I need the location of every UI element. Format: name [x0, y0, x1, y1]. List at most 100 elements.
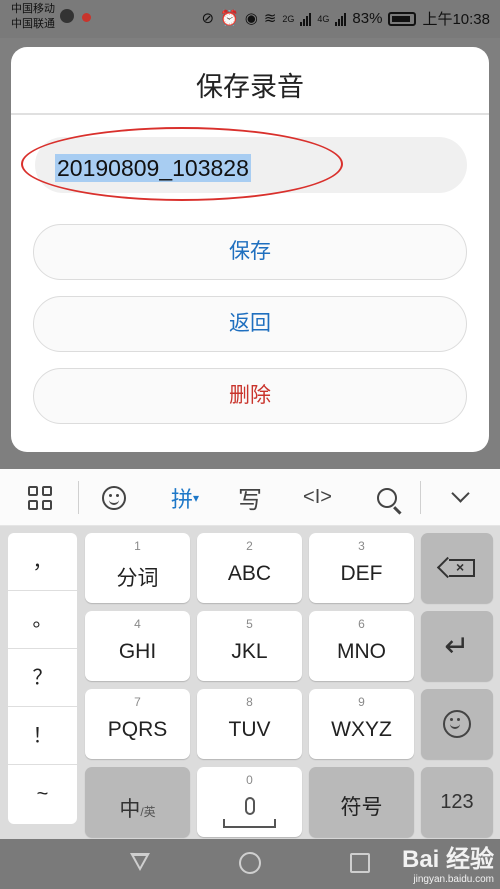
network-type-1: 2G — [282, 13, 295, 24]
save-recording-dialog: 保存录音 20190809_103828 保存 返回 删除 — [11, 47, 489, 452]
cursor-move-button[interactable]: <I> — [295, 469, 340, 526]
signal-icon-1 — [300, 12, 312, 26]
menu-grid-button[interactable] — [20, 469, 60, 526]
hide-keyboard-button[interactable] — [440, 469, 480, 526]
space-key[interactable]: 0 — [197, 767, 302, 837]
punct-period[interactable]: 。 — [8, 591, 77, 649]
enter-icon: ↵ — [444, 629, 470, 663]
en-label: /英 — [140, 805, 156, 819]
toolbar-divider — [78, 481, 79, 514]
handwrite-button[interactable]: 写 — [230, 469, 270, 526]
toolbar-divider — [420, 481, 421, 514]
recents-square-icon[interactable] — [350, 853, 370, 873]
punct-question[interactable]: ？ — [8, 649, 77, 707]
dialog-divider — [11, 113, 489, 115]
status-right: ⊘ ⏰ ◉ ≋ 2G 4G 83% 上午10:38 — [201, 8, 490, 29]
zh-label: 中 — [119, 798, 141, 821]
grid-icon — [28, 485, 52, 510]
pinyin-label: 拼 — [170, 486, 193, 512]
back-button[interactable]: 返回 — [33, 296, 467, 352]
watermark-brand: Bai 经验 — [401, 846, 494, 873]
key-label: PQRS — [107, 718, 168, 741]
watermark-url: jingyan.baidu.com — [413, 874, 494, 885]
key-number: 4 — [134, 617, 141, 631]
key-label: TUV — [228, 718, 271, 741]
punct-tilde[interactable]: ~ — [8, 765, 77, 823]
navigation-bar: Bai 经验 jingyan.baidu.com — [0, 839, 500, 889]
key-1[interactable]: 1 分词 — [85, 533, 190, 603]
key-number: 7 — [134, 695, 141, 709]
space-icon — [223, 819, 276, 828]
delete-button[interactable]: 删除 — [33, 368, 467, 424]
key-7[interactable]: 7 PQRS — [85, 689, 190, 759]
emoji-key[interactable] — [421, 689, 493, 759]
handwrite-label: 写 — [238, 487, 262, 514]
battery-percent: 83% — [352, 10, 383, 27]
key-6[interactable]: 6 MNO — [309, 611, 414, 681]
back-triangle-icon[interactable] — [130, 853, 150, 871]
symbol-key[interactable]: 符号 — [309, 767, 414, 837]
cursor-icon: <I> — [303, 486, 332, 508]
key-label: 分词 — [116, 567, 159, 590]
battery-icon — [388, 11, 417, 26]
key-label: ABC — [227, 562, 272, 585]
key-number: 1 — [134, 539, 141, 553]
status-bar: 中国移动 中国联通 ⊘ ⏰ ◉ ≋ 2G 4G 83% 上午10:38 — [0, 0, 500, 38]
dropdown-arrow-icon: ▾ — [192, 490, 200, 505]
search-button[interactable] — [367, 469, 407, 526]
key-number: 0 — [246, 773, 253, 787]
backspace-key[interactable]: × — [421, 533, 493, 603]
wifi-icon: ≋ — [263, 9, 277, 27]
key-label: MNO — [337, 640, 386, 663]
key-number: 2 — [246, 539, 253, 553]
save-button[interactable]: 保存 — [33, 224, 467, 280]
alarm-icon: ⏰ — [220, 9, 239, 27]
chevron-down-icon — [450, 484, 470, 503]
key-label: WXYZ — [331, 718, 392, 741]
recording-icon — [60, 9, 74, 23]
clock: 上午10:38 — [422, 11, 490, 28]
status-left-icons — [60, 9, 91, 23]
key-number: 5 — [246, 617, 253, 631]
key-number: 6 — [358, 617, 365, 631]
mute-icon: ⊘ — [201, 9, 215, 27]
key-9[interactable]: 9 WXYZ — [309, 689, 414, 759]
signal-icon-2 — [335, 12, 347, 26]
carrier-1: 中国移动 — [11, 3, 55, 15]
key-3[interactable]: 3 DEF — [309, 533, 414, 603]
key-label: GHI — [118, 640, 157, 663]
key-4[interactable]: 4 GHI — [85, 611, 190, 681]
home-circle-icon[interactable] — [239, 852, 261, 874]
emoji-toolbar-button[interactable] — [94, 469, 134, 526]
notification-dot-icon — [82, 12, 91, 22]
key-label: JKL — [231, 640, 268, 663]
key-label: 符号 — [340, 796, 383, 819]
punct-comma[interactable]: ， — [8, 533, 77, 591]
key-number: 3 — [358, 539, 365, 553]
key-number: 9 — [358, 695, 365, 709]
smiley-icon — [443, 710, 471, 738]
punctuation-column[interactable]: ， 。 ？ ！ ~ — [8, 533, 77, 824]
dialog-title: 保存录音 — [196, 72, 304, 102]
carrier-2: 中国联通 — [11, 18, 55, 30]
watermark: Bai 经验 jingyan.baidu.com — [402, 839, 494, 885]
smiley-icon — [102, 485, 126, 510]
key-label: 123 — [440, 790, 474, 813]
highlight-annotation-ellipse — [21, 127, 343, 201]
eye-icon: ◉ — [244, 9, 258, 27]
key-5[interactable]: 5 JKL — [197, 611, 302, 681]
keyboard-toolbar: 拼 ▾ 写 <I> — [0, 469, 500, 526]
key-number: 8 — [246, 695, 253, 709]
number-mode-key[interactable]: 123 — [421, 767, 493, 837]
zh-en-toggle-key[interactable]: 中/英 — [85, 767, 190, 837]
enter-key[interactable]: ↵ — [421, 611, 493, 681]
backspace-icon: × — [449, 559, 475, 577]
key-label: DEF — [340, 562, 383, 585]
key-8[interactable]: 8 TUV — [197, 689, 302, 759]
key-2[interactable]: 2 ABC — [197, 533, 302, 603]
keyboard: ， 。 ？ ！ ~ 1 分词 2 ABC 3 DEF × 4 GHI 5 JKL… — [0, 526, 500, 839]
microphone-icon — [244, 797, 255, 815]
pinyin-mode-button[interactable]: 拼 ▾ — [160, 469, 210, 526]
punct-exclaim[interactable]: ！ — [8, 707, 77, 765]
carrier-info: 中国移动 中国联通 — [11, 2, 55, 32]
